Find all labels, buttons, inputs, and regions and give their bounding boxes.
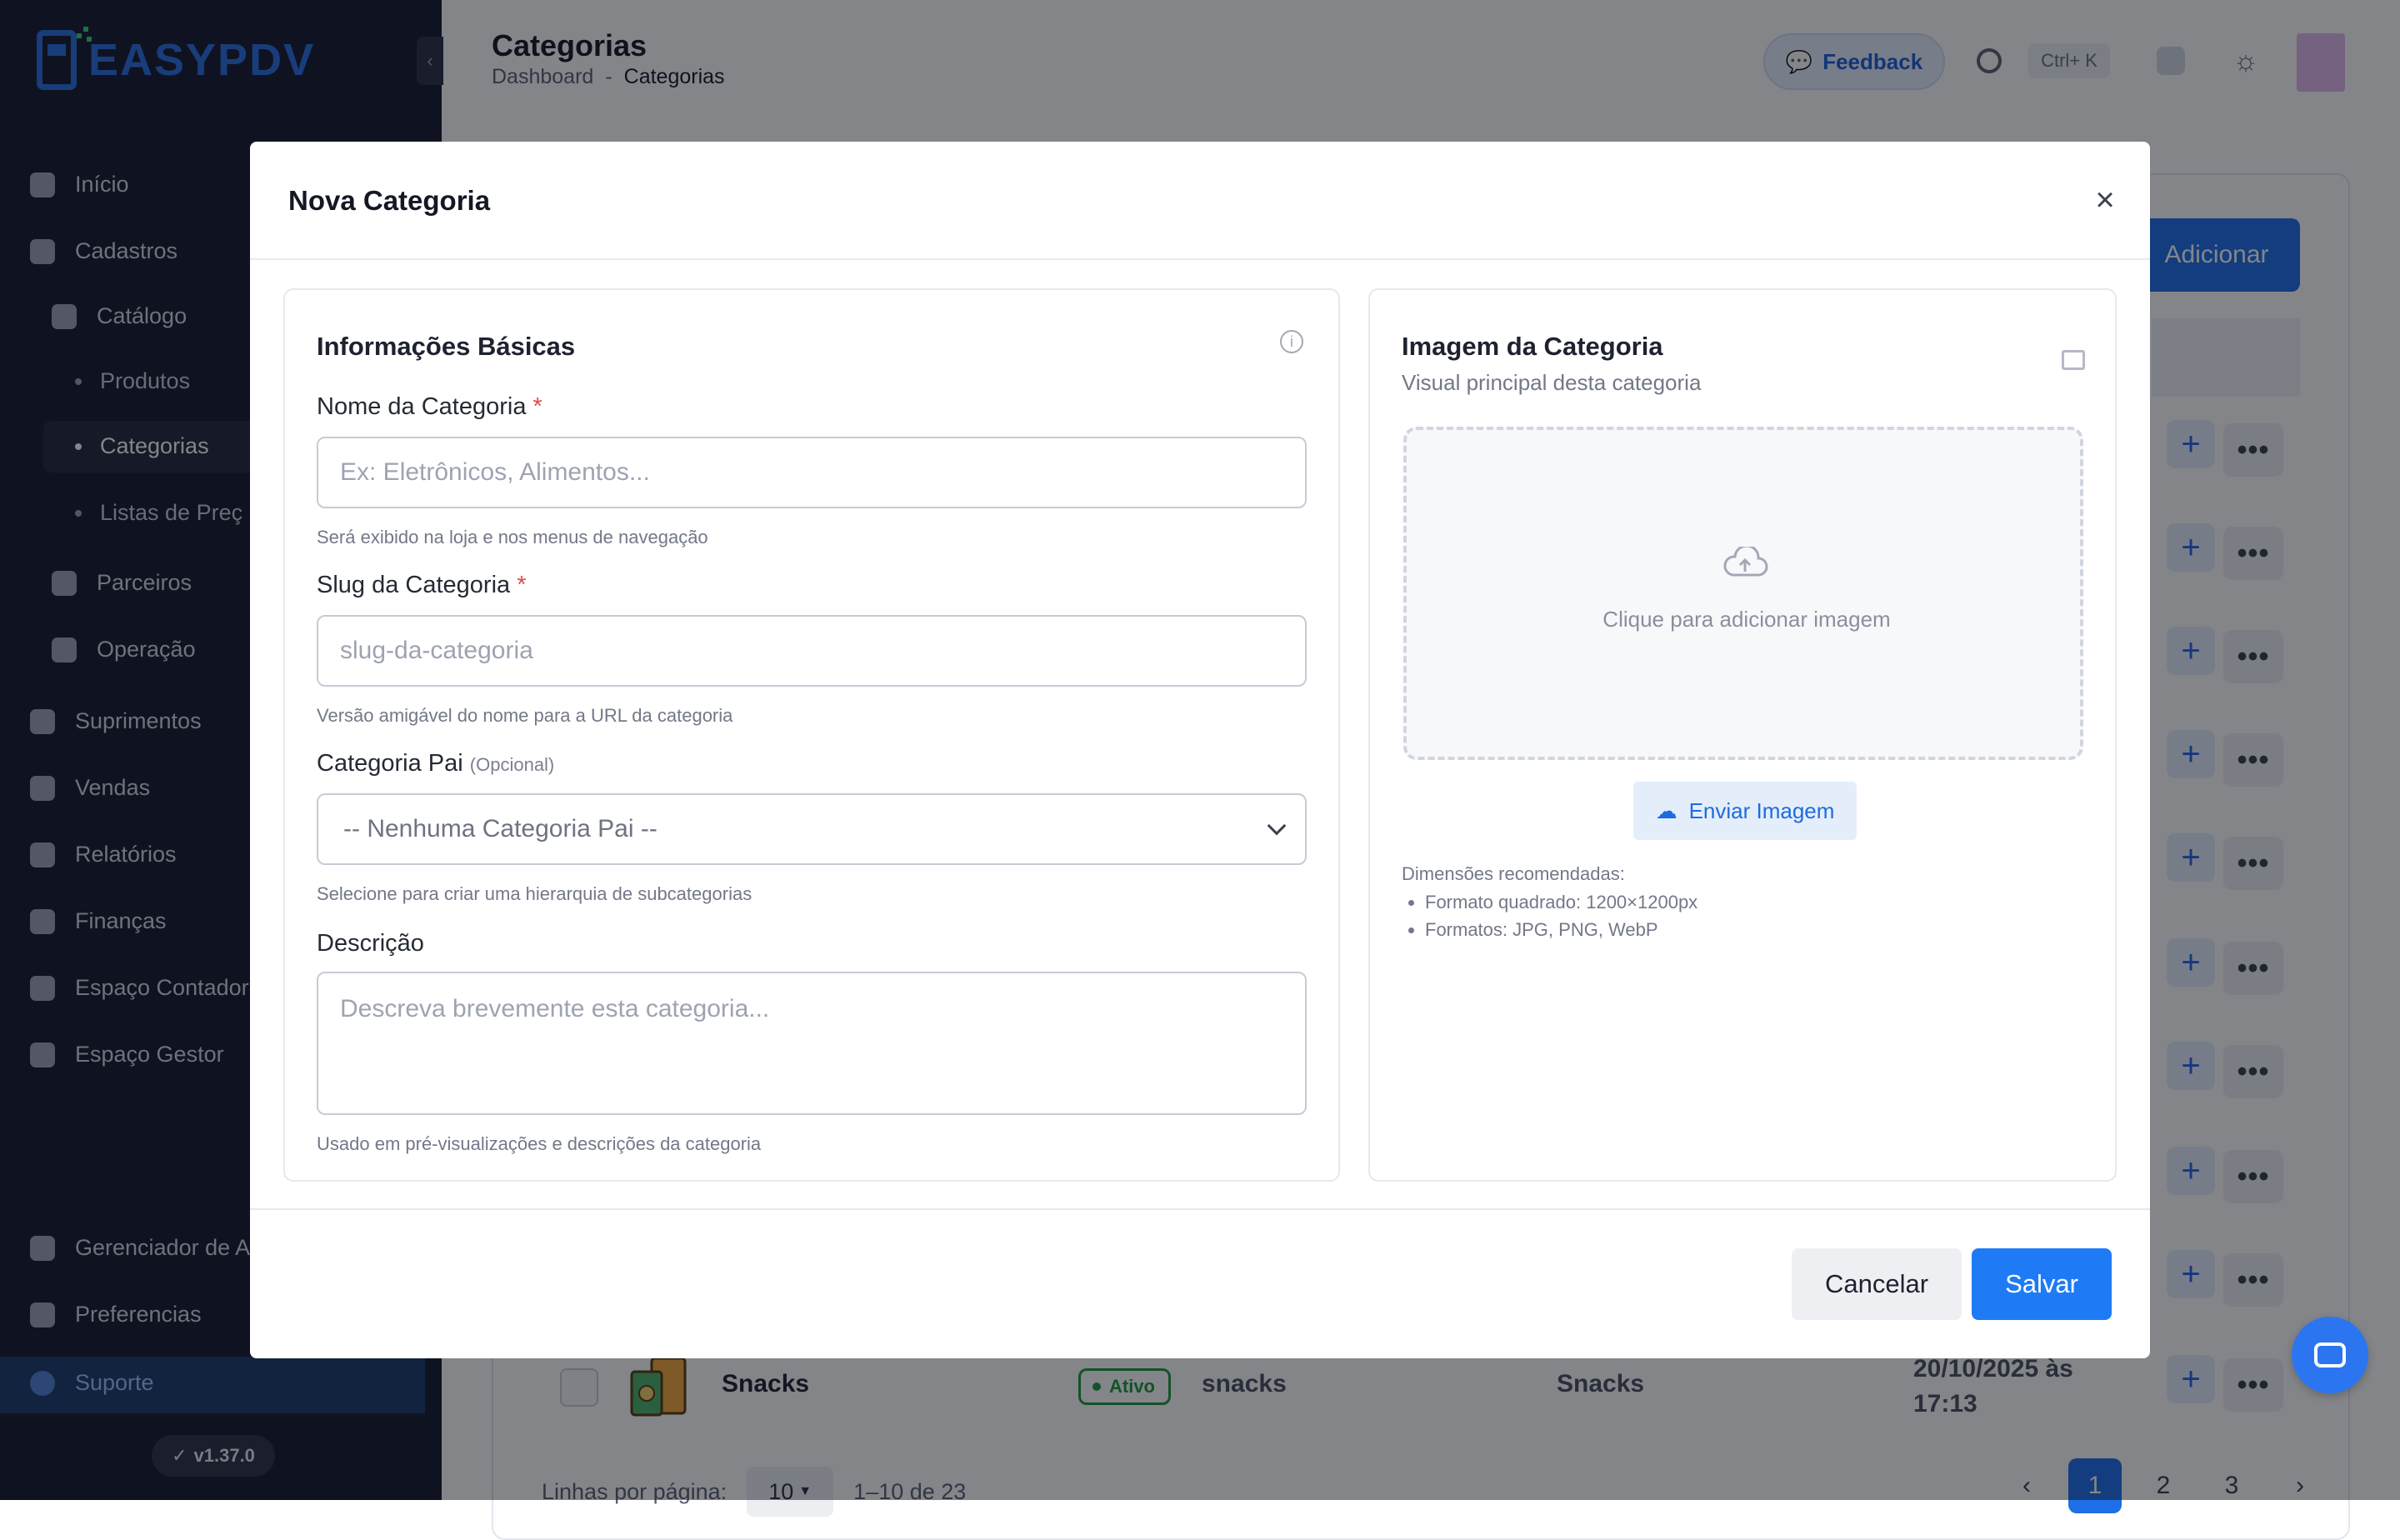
divider (250, 258, 2150, 260)
parent-help: Selecione para criar uma hierarquia de s… (317, 883, 752, 904)
cloud-upload-icon: ☁ (1655, 798, 1678, 823)
list-item: Formato quadrado: 1200×1200px (1425, 888, 1698, 916)
recommendations-list: Formato quadrado: 1200×1200px Formatos: … (1402, 888, 1698, 943)
description-label: Descrição (317, 930, 424, 957)
image-icon (2062, 350, 2085, 370)
dropzone-text: Clique para adicionar imagem (1602, 607, 1891, 632)
description-placeholder: Descreva brevemente esta categoria... (340, 995, 770, 1022)
parent-selected-value: -- Nenhuma Categoria Pai -- (343, 815, 658, 842)
basic-info-panel: Informações Básicas i Nome da Categoria … (283, 288, 1340, 1182)
parent-category-select[interactable]: -- Nenhuma Categoria Pai -- (317, 793, 1307, 865)
upload-image-button[interactable]: ☁ Enviar Imagem (1633, 782, 1857, 840)
chat-icon (2314, 1342, 2346, 1368)
image-title: Imagem da Categoria (1402, 332, 1663, 361)
upload-label: Enviar Imagem (1688, 798, 1835, 823)
chevron-down-icon (1267, 816, 1287, 836)
name-label-text: Nome da Categoria (317, 393, 527, 420)
new-category-modal: Nova Categoria × Informações Básicas i N… (250, 142, 2150, 1358)
name-help: Será exibido na loja e nos menus de nave… (317, 527, 708, 548)
slug-label-text: Slug da Categoria (317, 572, 511, 598)
parent-label: Categoria Pai (Opcional) (317, 750, 554, 778)
parent-label-text: Categoria Pai (317, 750, 463, 777)
save-button[interactable]: Salvar (1972, 1248, 2112, 1320)
slug-help: Versão amigável do nome para a URL da ca… (317, 705, 733, 726)
close-icon[interactable]: × (2087, 182, 2123, 218)
slug-placeholder: slug-da-categoria (340, 637, 533, 664)
basic-info-title: Informações Básicas (317, 332, 576, 361)
cloud-upload-icon (1723, 547, 1768, 577)
chat-button[interactable] (2292, 1317, 2368, 1393)
slug-label: Slug da Categoria * (317, 572, 527, 599)
image-dropzone[interactable]: Clique para adicionar imagem (1403, 427, 2083, 760)
recommendations-title: Dimensões recomendadas: (1402, 863, 1625, 884)
category-slug-input[interactable]: slug-da-categoria (317, 615, 1307, 687)
name-label: Nome da Categoria * (317, 393, 542, 421)
info-icon[interactable]: i (1280, 330, 1303, 353)
optional-hint: (Opcional) (469, 754, 555, 775)
required-mark: * (517, 572, 527, 598)
modal-title: Nova Categoria (288, 185, 491, 216)
image-subtitle: Visual principal desta categoria (1402, 370, 1702, 395)
description-textarea[interactable]: Descreva brevemente esta categoria... (317, 972, 1307, 1115)
list-item: Formatos: JPG, PNG, WebP (1425, 916, 1698, 943)
required-mark: * (532, 393, 542, 420)
divider (250, 1208, 2150, 1210)
cancel-button[interactable]: Cancelar (1792, 1248, 1962, 1320)
category-name-input[interactable]: Ex: Eletrônicos, Alimentos... (317, 437, 1307, 508)
name-placeholder: Ex: Eletrônicos, Alimentos... (340, 458, 650, 486)
image-panel: Imagem da Categoria Visual principal des… (1368, 288, 2117, 1182)
description-help: Usado em pré-visualizações e descrições … (317, 1133, 762, 1154)
